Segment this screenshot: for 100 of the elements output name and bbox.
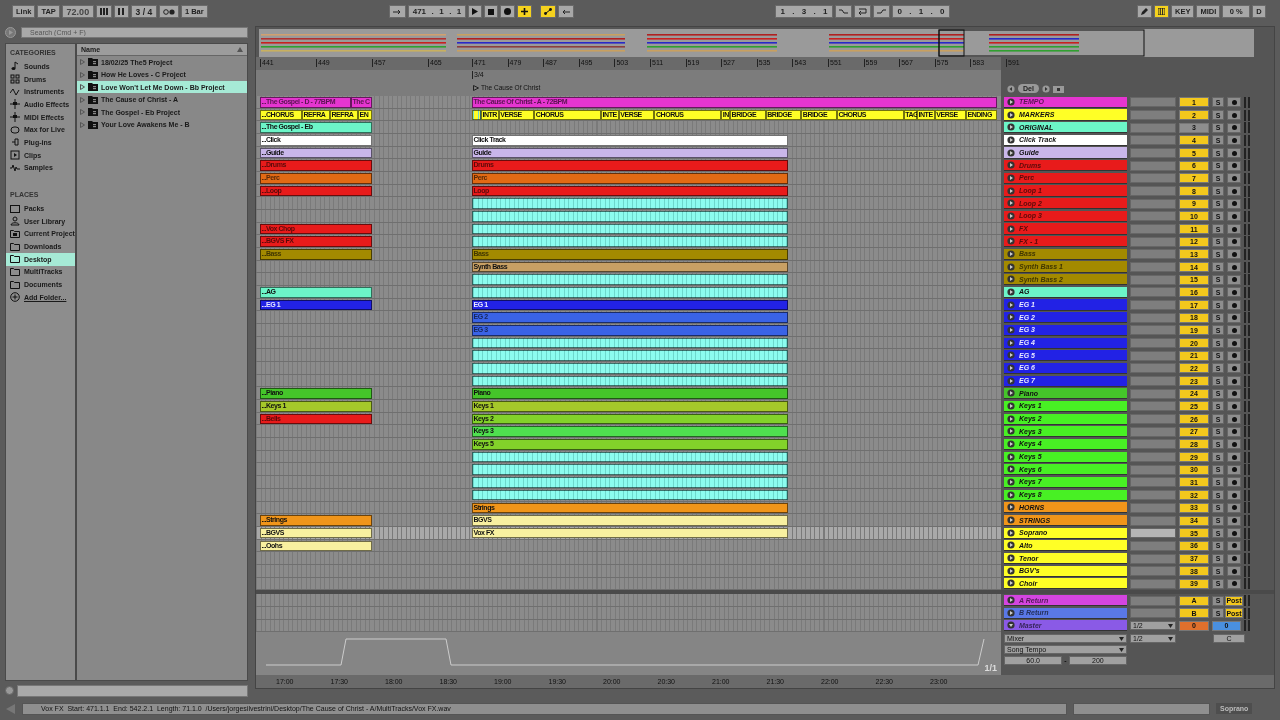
clip[interactable] xyxy=(472,464,788,475)
arm-button[interactable] xyxy=(1227,148,1241,158)
play-clip-icon[interactable] xyxy=(1007,287,1015,296)
overview-drawing[interactable] xyxy=(259,29,1254,57)
fold-icon[interactable] xyxy=(1052,86,1064,93)
clip[interactable] xyxy=(472,337,788,349)
arm-button[interactable] xyxy=(1227,186,1241,197)
arm-button[interactable] xyxy=(1227,452,1241,463)
arm-button[interactable] xyxy=(1227,540,1241,551)
arm-button[interactable] xyxy=(1227,211,1241,222)
play-clip-icon[interactable] xyxy=(1007,401,1015,410)
nudge-button[interactable] xyxy=(113,5,129,18)
arm-button[interactable] xyxy=(1227,325,1241,336)
play-clip-icon[interactable] xyxy=(1007,478,1015,486)
clip[interactable] xyxy=(472,236,788,247)
clip[interactable] xyxy=(472,477,788,488)
arm-button[interactable] xyxy=(1227,262,1241,273)
play-clip-icon[interactable] xyxy=(1007,313,1015,322)
play-clip-icon[interactable] xyxy=(1007,249,1015,258)
arm-button[interactable] xyxy=(1227,414,1241,425)
play-clip-icon[interactable] xyxy=(1007,161,1015,170)
arm-button[interactable] xyxy=(1227,249,1241,260)
record-button[interactable] xyxy=(500,5,515,18)
draw-mode-button[interactable] xyxy=(1137,5,1152,18)
play-clip-icon[interactable] xyxy=(1007,503,1015,512)
play-clip-icon[interactable] xyxy=(1007,275,1015,284)
arm-button[interactable] xyxy=(1227,110,1241,120)
play-clip-icon[interactable] xyxy=(1007,237,1015,246)
stop-button[interactable] xyxy=(484,5,498,18)
play-clip-icon[interactable] xyxy=(1007,541,1015,550)
play-clip-icon[interactable] xyxy=(1007,376,1015,385)
play-clip-icon[interactable] xyxy=(1007,123,1015,132)
play-clip-icon[interactable] xyxy=(1007,596,1015,605)
play-clip-icon[interactable] xyxy=(1007,135,1015,144)
arm-button[interactable] xyxy=(1227,173,1241,184)
play-button[interactable] xyxy=(468,5,482,18)
arm-button[interactable] xyxy=(1227,426,1241,437)
arm-button[interactable] xyxy=(1227,135,1241,146)
play-clip-icon[interactable] xyxy=(1007,414,1015,423)
play-clip-icon[interactable] xyxy=(1007,439,1015,448)
arm-button[interactable] xyxy=(1227,287,1241,298)
play-clip-icon[interactable] xyxy=(1007,566,1015,575)
play-clip-icon[interactable] xyxy=(1007,351,1015,360)
preview-field[interactable] xyxy=(17,684,248,697)
arm-button[interactable] xyxy=(1227,528,1241,539)
play-clip-icon[interactable] xyxy=(1007,554,1015,562)
arm-button[interactable] xyxy=(1227,160,1241,171)
play-clip-icon[interactable] xyxy=(1007,389,1015,398)
play-clip-icon[interactable] xyxy=(1007,97,1015,106)
position-field[interactable]: 471 . 1 . 1 xyxy=(408,5,466,18)
arm-button[interactable] xyxy=(1227,566,1241,577)
arm-button[interactable] xyxy=(1227,401,1241,412)
computer-keyboard-button[interactable] xyxy=(1154,5,1169,18)
loop-start-field[interactable]: 1 . 3 . 1 xyxy=(775,5,833,18)
play-clip-icon[interactable] xyxy=(1007,199,1015,208)
arm-button[interactable] xyxy=(1227,363,1241,374)
automation-button[interactable] xyxy=(540,5,556,18)
clip[interactable] xyxy=(472,375,788,387)
clip[interactable] xyxy=(472,451,788,463)
arm-button[interactable] xyxy=(1227,97,1241,108)
arm-button[interactable] xyxy=(1227,274,1241,285)
nudge-button[interactable] xyxy=(95,5,112,18)
loop-button[interactable] xyxy=(854,5,871,18)
loop-length-field[interactable]: 0 . 1 . 0 xyxy=(892,5,950,18)
arm-button[interactable] xyxy=(1227,198,1241,209)
play-clip-icon[interactable] xyxy=(1007,224,1015,233)
punch-in-button[interactable] xyxy=(835,5,852,18)
play-clip-icon[interactable] xyxy=(1007,300,1015,309)
arm-button[interactable] xyxy=(1227,464,1241,475)
next-icon[interactable] xyxy=(1041,85,1050,93)
arm-button[interactable] xyxy=(1227,553,1241,564)
arm-button[interactable] xyxy=(1227,350,1241,361)
clip[interactable] xyxy=(472,489,788,501)
play-clip-icon[interactable] xyxy=(1007,490,1015,499)
punch-out-button[interactable] xyxy=(873,5,890,18)
time-signature-field[interactable]: 3 / 4 xyxy=(130,5,157,18)
arm-button[interactable] xyxy=(1227,236,1241,247)
arm-button[interactable] xyxy=(1227,376,1241,387)
play-clip-icon[interactable] xyxy=(1007,148,1015,157)
arm-button[interactable] xyxy=(1227,388,1241,399)
clip[interactable] xyxy=(472,287,788,298)
play-clip-icon[interactable] xyxy=(1007,465,1015,474)
arm-button[interactable] xyxy=(1227,578,1241,589)
play-clip-icon[interactable] xyxy=(1007,325,1015,334)
play-clip-icon[interactable] xyxy=(1007,173,1015,182)
play-clip-icon[interactable] xyxy=(1007,262,1015,271)
play-clip-icon[interactable] xyxy=(1007,211,1015,220)
arm-button[interactable] xyxy=(1227,338,1241,349)
play-clip-icon[interactable] xyxy=(1007,608,1015,617)
arm-button[interactable] xyxy=(1227,312,1241,323)
play-clip-icon[interactable] xyxy=(1007,528,1015,537)
clip[interactable] xyxy=(472,211,788,222)
arm-button[interactable] xyxy=(1227,300,1241,311)
clip[interactable] xyxy=(472,109,481,121)
play-clip-icon[interactable] xyxy=(1007,452,1015,461)
arm-button[interactable] xyxy=(1227,122,1241,133)
arm-button[interactable] xyxy=(1227,477,1241,488)
clip[interactable] xyxy=(472,198,788,209)
overdub-button[interactable] xyxy=(517,5,532,18)
clip[interactable] xyxy=(472,223,788,235)
